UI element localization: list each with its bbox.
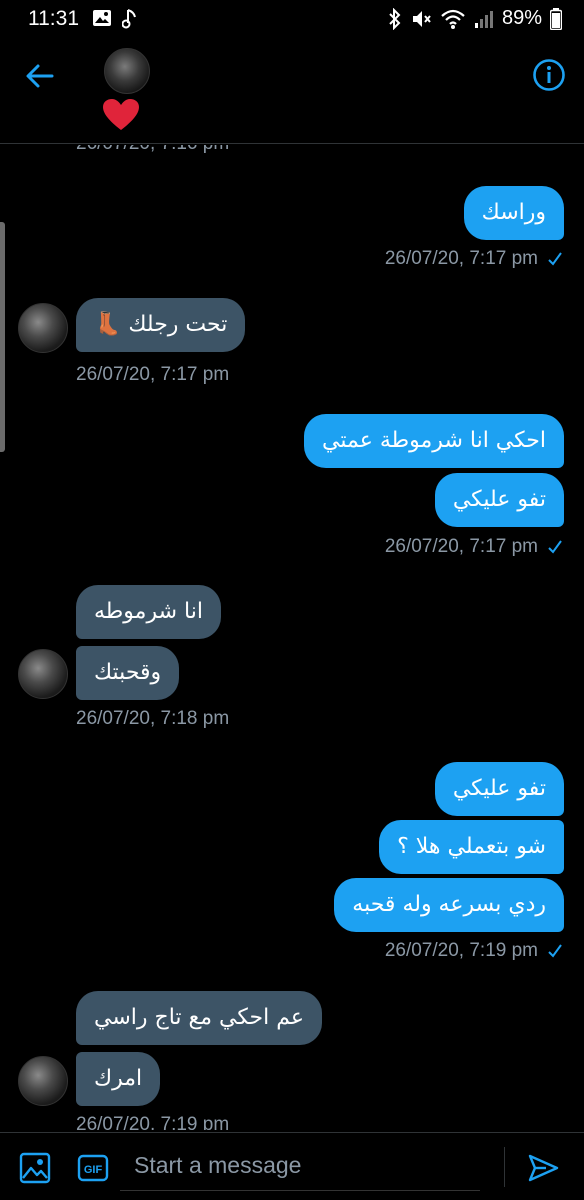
received-message[interactable]: تحت رجلك 👢 xyxy=(76,298,246,352)
check-icon xyxy=(548,944,562,958)
battery-icon xyxy=(550,7,562,30)
timestamp-text: 26/07/20, 7:19 pm xyxy=(384,940,538,961)
bluetooth-icon xyxy=(389,7,401,30)
status-bar: 11:31 89% xyxy=(0,0,584,40)
signal-icon xyxy=(474,10,493,28)
arrow-left-icon[interactable] xyxy=(22,58,58,94)
message-timestamp: 26/07/20, 7:19 pm xyxy=(76,1114,230,1130)
sent-message[interactable]: تفو عليكي xyxy=(434,473,564,527)
battery-percent: 89% xyxy=(501,7,542,29)
timestamp-text: 26/07/20, 7:17 pm xyxy=(384,536,538,557)
message-composer: GIF xyxy=(0,1132,584,1200)
image-icon xyxy=(93,10,111,26)
gif-label: GIF xyxy=(84,1164,103,1176)
timestamp-text: 26/07/20, 7:17 pm xyxy=(384,248,538,269)
mute-icon xyxy=(412,10,431,27)
wifi-icon xyxy=(441,9,465,29)
check-icon xyxy=(548,540,562,554)
message-timestamp: 26/07/20, 7:16 pm xyxy=(76,145,229,155)
heart-icon xyxy=(103,99,139,130)
message-timestamp: 26/07/20, 7:19 pm xyxy=(385,940,564,962)
message-timestamp: 26/07/20, 7:17 pm xyxy=(76,364,230,385)
sent-message[interactable]: ردي بسرعه وله قحبه xyxy=(334,878,564,932)
sent-message[interactable]: وراسك xyxy=(463,186,564,240)
avatar[interactable] xyxy=(18,303,68,353)
received-message[interactable]: وقحبتك xyxy=(76,646,180,700)
music-note-icon xyxy=(122,9,136,29)
scrollbar[interactable] xyxy=(0,222,5,452)
sent-message[interactable]: احكي انا شرموطة عمتي xyxy=(304,414,564,468)
avatar[interactable] xyxy=(18,1056,68,1106)
message-timestamp: 26/07/20, 7:17 pm xyxy=(385,248,564,270)
message-list[interactable]: 26/07/20, 7:16 pm وراسك 26/07/20, 7:17 p… xyxy=(0,145,584,1130)
avatar[interactable] xyxy=(104,48,150,94)
received-message[interactable]: امرك xyxy=(76,1052,161,1106)
sent-message[interactable]: تفو عليكي xyxy=(434,762,564,816)
status-time: 11:31 xyxy=(28,7,79,30)
sent-message[interactable]: شو بتعملي هلا ؟ xyxy=(379,820,564,874)
message-timestamp: 26/07/20, 7:18 pm xyxy=(76,708,230,729)
info-icon[interactable] xyxy=(532,58,566,92)
received-message[interactable]: انا شرموطه xyxy=(76,585,221,639)
check-icon xyxy=(548,252,562,266)
message-timestamp: 26/07/20, 7:17 pm xyxy=(385,536,564,558)
message-input[interactable] xyxy=(120,1141,480,1191)
divider xyxy=(504,1147,505,1187)
image-icon[interactable] xyxy=(18,1151,52,1185)
received-message[interactable]: عم احكي مع تاج راسي xyxy=(76,991,322,1045)
send-icon[interactable] xyxy=(526,1151,560,1185)
avatar[interactable] xyxy=(18,649,68,699)
conversation-header xyxy=(0,40,584,144)
gif-icon[interactable]: GIF xyxy=(76,1151,110,1185)
